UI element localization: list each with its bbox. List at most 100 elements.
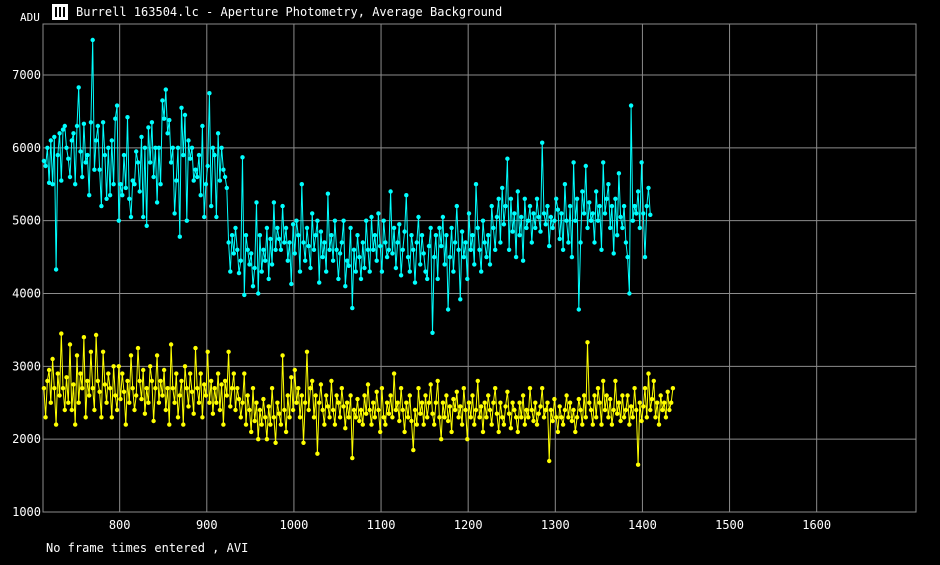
data-point: [52, 386, 57, 391]
data-point: [616, 400, 622, 405]
data-point: [125, 378, 130, 384]
data-point: [606, 182, 611, 187]
data-point: [451, 396, 456, 402]
data-point: [97, 389, 102, 394]
data-point: [301, 440, 306, 445]
data-point: [268, 236, 273, 242]
data-point: [242, 292, 247, 298]
data-point: [463, 407, 468, 413]
data-point: [637, 400, 642, 405]
data-point: [348, 225, 353, 231]
data-point: [583, 415, 588, 420]
data-point: [142, 145, 148, 150]
data-point: [53, 422, 59, 427]
data-point: [317, 280, 322, 285]
data-point: [402, 429, 407, 435]
data-point: [149, 120, 155, 125]
data-point: [283, 225, 289, 231]
data-point: [92, 407, 97, 413]
data-point: [172, 211, 177, 216]
data-point: [494, 214, 500, 220]
data-point: [662, 400, 667, 405]
x-tick-label: 1400: [628, 518, 657, 532]
data-point: [538, 229, 543, 234]
data-point: [191, 411, 196, 416]
data-point: [527, 386, 533, 391]
data-point: [653, 415, 658, 420]
data-point: [390, 415, 395, 420]
data-point: [397, 418, 402, 424]
data-point: [196, 152, 202, 158]
data-point: [172, 400, 177, 405]
data-point: [252, 265, 257, 271]
data-point: [416, 386, 421, 391]
data-point: [501, 222, 507, 227]
data-point: [290, 407, 296, 413]
data-point: [271, 200, 277, 205]
data-point: [113, 393, 118, 398]
data-point: [90, 37, 95, 43]
data-point: [250, 386, 256, 391]
data-point: [257, 233, 263, 238]
data-point: [195, 386, 200, 391]
data-point: [249, 251, 254, 256]
data-point: [337, 415, 343, 420]
data-point: [280, 203, 285, 209]
data-point: [168, 342, 174, 347]
data-point: [630, 415, 635, 420]
data-point: [283, 429, 289, 435]
data-point: [500, 185, 505, 191]
data-point: [555, 429, 561, 435]
data-point: [296, 233, 301, 238]
data-point: [275, 400, 280, 405]
data-point: [491, 225, 496, 231]
data-point: [135, 160, 141, 165]
data-point: [426, 400, 432, 405]
data-point: [595, 218, 601, 223]
data-point: [57, 131, 62, 136]
data-point: [465, 437, 470, 442]
data-point: [604, 196, 609, 201]
data-point: [393, 265, 399, 271]
data-point: [88, 349, 94, 354]
data-point: [95, 378, 101, 384]
data-point: [379, 269, 385, 274]
data-point: [245, 393, 250, 398]
data-point: [632, 386, 637, 391]
data-point: [527, 203, 533, 209]
data-point: [418, 411, 423, 416]
data-point: [238, 415, 243, 420]
data-point: [386, 247, 392, 252]
data-point: [261, 396, 266, 402]
data-point: [243, 233, 249, 238]
data-point: [533, 400, 538, 405]
data-point: [411, 247, 416, 252]
data-point: [243, 422, 249, 427]
data-point: [303, 400, 308, 405]
data-point: [414, 422, 419, 427]
data-point: [580, 189, 585, 194]
data-point: [179, 105, 184, 111]
data-point: [221, 422, 226, 427]
data-point: [341, 404, 346, 409]
data-point: [590, 211, 595, 216]
data-point: [425, 415, 430, 420]
data-point: [444, 393, 449, 398]
data-point: [414, 240, 419, 245]
data-point: [628, 103, 634, 108]
data-point: [564, 393, 569, 398]
data-point: [585, 225, 590, 231]
x-tick-label: 800: [109, 518, 131, 532]
data-point: [339, 240, 344, 245]
data-point: [465, 276, 470, 282]
data-point: [116, 364, 122, 369]
data-point: [597, 203, 602, 209]
data-point: [360, 422, 365, 427]
data-point: [365, 382, 371, 387]
data-point: [365, 247, 371, 252]
data-point: [93, 138, 99, 143]
data-point: [667, 407, 672, 413]
data-point: [88, 120, 94, 125]
x-tick-label: 1100: [367, 518, 396, 532]
data-point: [144, 223, 149, 228]
